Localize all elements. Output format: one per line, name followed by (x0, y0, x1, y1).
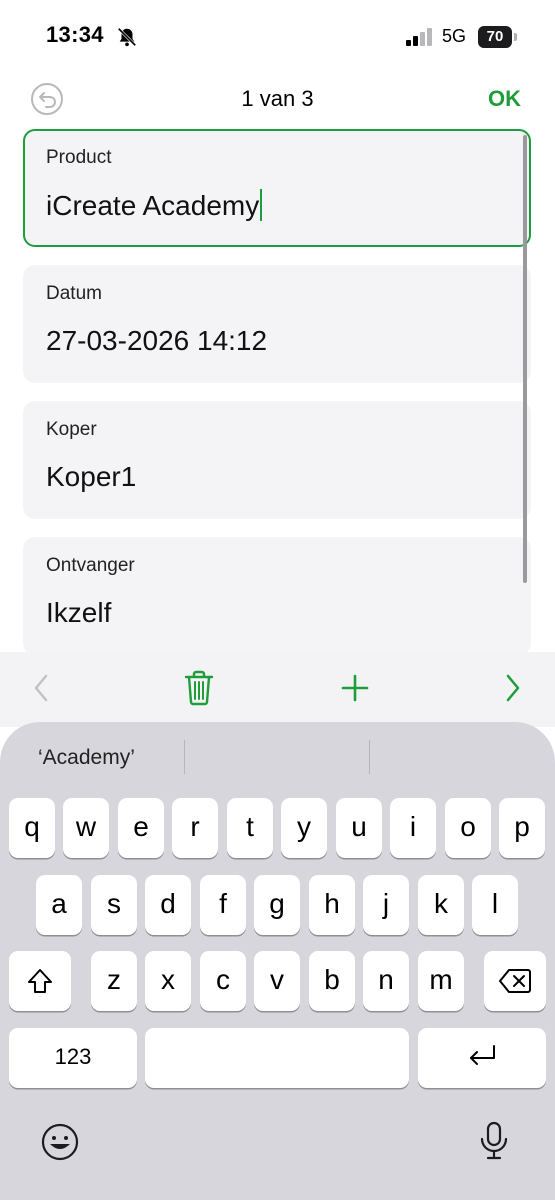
status-time: 13:34 (46, 22, 104, 47)
return-icon (470, 1045, 495, 1065)
koper-field[interactable]: Koper Koper1 (23, 401, 531, 519)
battery-icon: 70 (478, 26, 520, 48)
signal-bars-icon (406, 28, 432, 46)
record-toolbar (0, 652, 555, 727)
key-r[interactable]: r (172, 798, 218, 858)
scrollbar[interactable] (523, 135, 527, 583)
key-d[interactable]: d (145, 875, 191, 935)
key-t[interactable]: t (227, 798, 273, 858)
key-v[interactable]: v (254, 951, 300, 1011)
datum-value[interactable]: 27-03-2026 14:12 (46, 325, 267, 357)
datum-field[interactable]: Datum 27-03-2026 14:12 (23, 265, 531, 383)
microphone-icon[interactable] (472, 1118, 516, 1162)
key-h[interactable]: h (309, 875, 355, 935)
suggestion-1[interactable]: ‘Academy’ (38, 746, 135, 770)
key-l[interactable]: l (472, 875, 518, 935)
product-input[interactable]: iCreate Academy (46, 189, 263, 222)
key-a[interactable]: a (36, 875, 82, 935)
key-w[interactable]: w (63, 798, 109, 858)
product-field[interactable]: Product iCreate Academy (23, 129, 531, 247)
emoji-icon[interactable] (38, 1120, 82, 1164)
network-type: 5G (442, 26, 467, 46)
page-title: 1 van 3 (241, 86, 314, 111)
ontvanger-label: Ontvanger (46, 555, 135, 576)
shift-icon (28, 969, 52, 993)
trash-icon[interactable] (177, 666, 221, 710)
plus-icon[interactable] (333, 666, 377, 710)
koper-label: Koper (46, 419, 97, 440)
chevron-left-icon[interactable] (20, 666, 64, 710)
key-u[interactable]: u (336, 798, 382, 858)
key-c[interactable]: c (200, 951, 246, 1011)
key-i[interactable]: i (390, 798, 436, 858)
delete-icon (499, 969, 531, 993)
suggestion-bar: ‘Academy’ (0, 738, 555, 782)
key-g[interactable]: g (254, 875, 300, 935)
ok-button[interactable]: OK (488, 86, 521, 112)
key-m[interactable]: m (418, 951, 464, 1011)
product-label: Product (46, 147, 112, 168)
chevron-right-icon[interactable] (492, 666, 536, 710)
delete-key[interactable] (484, 951, 546, 1011)
key-p[interactable]: p (499, 798, 545, 858)
keyboard: ‘Academy’ q w e r t y u i o p a s d f g … (0, 722, 555, 1200)
key-z[interactable]: z (91, 951, 137, 1011)
key-y[interactable]: y (281, 798, 327, 858)
ontvanger-value[interactable]: Ikzelf (46, 597, 111, 629)
key-s[interactable]: s (91, 875, 137, 935)
ontvanger-field[interactable]: Ontvanger Ikzelf (23, 537, 531, 655)
key-x[interactable]: x (145, 951, 191, 1011)
return-key[interactable] (418, 1028, 546, 1088)
text-caret (260, 189, 263, 221)
key-n[interactable]: n (363, 951, 409, 1011)
koper-value[interactable]: Koper1 (46, 461, 136, 493)
key-j[interactable]: j (363, 875, 409, 935)
numbers-key[interactable]: 123 (9, 1028, 137, 1088)
key-f[interactable]: f (200, 875, 246, 935)
shift-key[interactable] (9, 951, 71, 1011)
bell-slash-icon (117, 27, 137, 47)
key-o[interactable]: o (445, 798, 491, 858)
space-key[interactable] (145, 1028, 409, 1088)
key-k[interactable]: k (418, 875, 464, 935)
key-e[interactable]: e (118, 798, 164, 858)
key-q[interactable]: q (9, 798, 55, 858)
status-bar: 13:34 5G 70 (0, 0, 555, 70)
battery-level: 70 (478, 26, 512, 48)
key-b[interactable]: b (309, 951, 355, 1011)
datum-label: Datum (46, 283, 102, 304)
